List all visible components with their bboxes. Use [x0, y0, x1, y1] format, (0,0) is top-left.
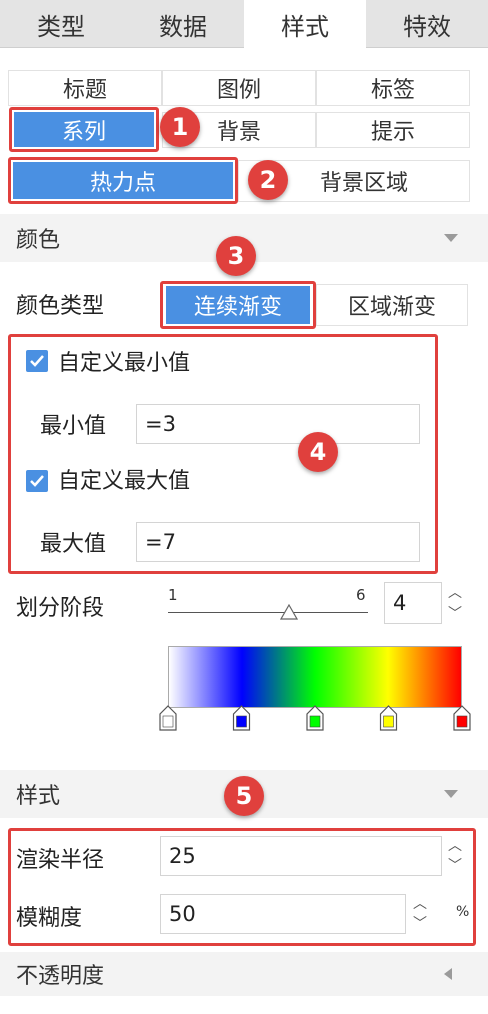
- step-badge-4: 4: [298, 432, 338, 472]
- chevron-up-icon[interactable]: ︿: [448, 839, 462, 853]
- blur-spinner[interactable]: ︿ ﹀: [406, 894, 434, 934]
- gradient-stop-swatch-3: [309, 715, 321, 728]
- stages-spinner-input[interactable]: 4: [384, 582, 442, 624]
- chevron-down-icon: [444, 790, 458, 798]
- blur-label: 模糊度: [16, 906, 83, 931]
- stages-value: 4: [393, 591, 407, 615]
- subtab-tooltip[interactable]: 提示: [316, 112, 470, 148]
- step-badge-1: 1: [160, 107, 200, 147]
- custom-max-label: 自定义最大值: [58, 469, 191, 494]
- subtab-tag[interactable]: 标签: [316, 70, 470, 106]
- continuous-gradient-option[interactable]: 连续渐变: [166, 286, 310, 324]
- tab-style[interactable]: 样式: [244, 0, 366, 49]
- gradient-stop-swatch-5: [456, 715, 468, 728]
- gradient-stop-swatch-4: [383, 715, 394, 728]
- tab-type[interactable]: 类型: [0, 0, 122, 48]
- slider-min-label: 1: [168, 586, 178, 604]
- radius-value: 25: [169, 844, 196, 868]
- opacity-section-header[interactable]: 不透明度: [0, 952, 488, 996]
- blur-input[interactable]: 50: [160, 894, 406, 934]
- tab-data[interactable]: 数据: [122, 0, 244, 48]
- tab-effects[interactable]: 特效: [366, 0, 488, 48]
- stages-slider-track[interactable]: [168, 612, 368, 613]
- chevron-down-icon[interactable]: ﹀: [448, 859, 462, 873]
- radius-label: 渲染半径: [16, 848, 105, 873]
- color-gradient-bar: [168, 646, 462, 708]
- chevron-left-icon: [444, 968, 452, 980]
- min-value-input[interactable]: =3: [136, 404, 420, 444]
- chevron-down-icon[interactable]: ﹀: [413, 917, 427, 931]
- tab-heatpoint[interactable]: 热力点: [13, 162, 233, 199]
- chevron-down-icon[interactable]: ﹀: [448, 607, 462, 621]
- opacity-section-title: 不透明度: [16, 964, 105, 989]
- custom-min-checkbox[interactable]: [26, 350, 48, 372]
- checkmark-icon: [30, 355, 44, 367]
- blur-unit: %: [456, 904, 470, 920]
- radius-spinner[interactable]: ︿ ﹀: [442, 836, 468, 876]
- max-value-text: =7: [145, 530, 176, 554]
- custom-min-label: 自定义最小值: [58, 351, 191, 376]
- radius-input[interactable]: 25: [160, 836, 442, 876]
- stages-spinner[interactable]: ︿ ﹀: [442, 582, 468, 624]
- step-badge-3: 3: [216, 236, 256, 276]
- tab-background-area-label: 背景区域: [319, 171, 408, 196]
- checkmark-icon: [30, 475, 44, 487]
- chevron-down-icon: [444, 234, 458, 242]
- color-section-title: 颜色: [16, 228, 61, 253]
- min-value-text: =3: [145, 412, 176, 436]
- style-section-title: 样式: [16, 784, 61, 809]
- chevron-up-icon[interactable]: ︿: [413, 897, 427, 911]
- gradient-stop-markers: [159, 705, 471, 731]
- color-type-label: 颜色类型: [16, 294, 105, 319]
- subtab-title[interactable]: 标题: [8, 70, 162, 106]
- slider-max-label: 6: [356, 586, 366, 604]
- min-value-label: 最小值: [40, 414, 107, 439]
- gradient-stop-swatch-1: [162, 715, 174, 728]
- chevron-up-icon[interactable]: ︿: [448, 586, 462, 600]
- stages-label: 划分阶段: [16, 596, 105, 621]
- area-gradient-option[interactable]: 区域渐变: [316, 284, 468, 326]
- step-badge-5: 5: [224, 776, 264, 816]
- custom-max-checkbox[interactable]: [26, 470, 48, 492]
- subtab-legend[interactable]: 图例: [162, 70, 316, 106]
- subtab-series[interactable]: 系列: [14, 112, 154, 147]
- gradient-stop-swatch-2: [236, 715, 247, 728]
- stages-slider-thumb[interactable]: [280, 604, 298, 620]
- step-badge-2: 2: [248, 160, 288, 200]
- max-value-label: 最大值: [40, 532, 107, 557]
- blur-value: 50: [169, 902, 196, 926]
- max-value-input[interactable]: =7: [136, 522, 420, 562]
